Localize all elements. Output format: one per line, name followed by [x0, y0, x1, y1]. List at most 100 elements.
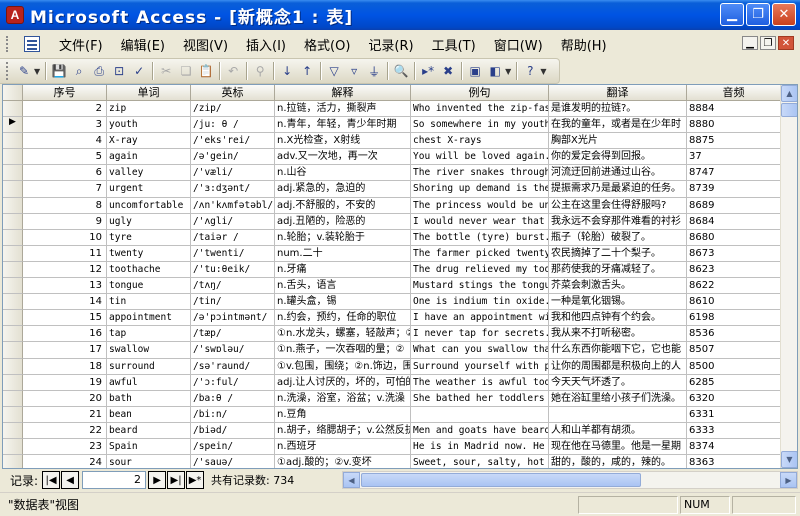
record-selector[interactable] — [3, 149, 23, 166]
table-cell[interactable]: twenty — [107, 245, 191, 262]
table-cell[interactable]: 8623 — [687, 261, 781, 279]
maximize-button[interactable]: ❐ — [746, 3, 770, 26]
table-row[interactable]: 11 twenty/'twenti/num.二十 The farmer picked… — [3, 245, 781, 262]
record-selector[interactable] — [3, 406, 23, 423]
menu-window[interactable]: 窗口(W) — [485, 33, 552, 56]
sort-ascending-icon[interactable]: ↓ — [277, 61, 297, 81]
table-cell[interactable]: 在我的童年，或者是在少年时 — [549, 117, 687, 134]
table-cell[interactable]: tin — [107, 294, 191, 311]
table-cell[interactable]: /'twenti/ — [191, 245, 275, 262]
table-cell[interactable]: ugly — [107, 213, 191, 230]
table-cell[interactable]: 公主在这里会住得舒服吗? — [549, 197, 687, 214]
table-cell[interactable]: 7 — [23, 181, 107, 198]
table-cell[interactable]: 6320 — [687, 390, 781, 407]
horizontal-scrollbar[interactable]: ◀ ▶ — [342, 471, 798, 489]
table-row[interactable]: 15 appointment/ə'pɔintmənt/n.约会，预约，任命的职位 I… — [3, 310, 781, 327]
table-cell[interactable]: 2 — [23, 101, 107, 118]
sort-descending-icon[interactable]: ↑ — [297, 61, 317, 81]
table-cell[interactable]: 芥菜会刺激舌头。 — [549, 278, 687, 295]
table-cell[interactable]: 8880 — [687, 117, 781, 134]
table-cell[interactable]: /ju: θ / — [191, 117, 275, 134]
table-cell[interactable]: tap — [107, 326, 191, 343]
search-icon[interactable]: ⌕ — [69, 61, 89, 81]
table-cell[interactable]: 6285 — [687, 374, 781, 391]
table-cell[interactable]: appointment — [107, 310, 191, 327]
table-cell[interactable]: adv.又一次地，再一次 — [275, 149, 411, 166]
table-cell[interactable]: uncomfortable — [107, 197, 191, 214]
table-cell[interactable]: adj.让人讨厌的，坏的，可怕的 — [275, 374, 411, 391]
table-row[interactable]: 22 beard/biəd/n.胡子，络腮胡子；v.公然反抗 Men and goa… — [3, 422, 781, 439]
table-cell[interactable]: 瓶子（轮胎）破裂了。 — [549, 229, 687, 246]
table-cell[interactable]: /'eks'rei/ — [191, 133, 275, 150]
record-selector[interactable] — [3, 133, 23, 150]
table-cell[interactable]: 23 — [23, 438, 107, 456]
table-row[interactable]: 23 Spain/spein/n.西班牙 He is in Madrid now. … — [3, 438, 781, 456]
menu-insert[interactable]: 插入(I) — [237, 33, 295, 56]
table-cell[interactable]: n.拉链，活力，撕裂声 — [275, 101, 411, 118]
table-cell[interactable]: sour — [107, 455, 191, 468]
table-cell[interactable]: One is indium tin oxide. — [411, 294, 549, 311]
table-cell[interactable]: 8680 — [687, 229, 781, 246]
table-cell[interactable]: The river snakes through — [411, 165, 549, 182]
table-cell[interactable]: /'ɜ:dʒənt/ — [191, 181, 275, 198]
table-cell[interactable]: 10 — [23, 229, 107, 246]
close-button[interactable]: ✕ — [772, 3, 796, 26]
table-cell[interactable]: 8610 — [687, 294, 781, 311]
table-cell[interactable]: n.山谷 — [275, 165, 411, 182]
cut-icon[interactable]: ✂ — [156, 61, 176, 81]
table-cell[interactable]: Men and goats have beards — [411, 422, 549, 439]
table-row[interactable]: 24 sour/'sauə/①adj.酸的；②v.变坏 Sweet, sour, s… — [3, 455, 781, 468]
table-cell[interactable]: /bi:n/ — [191, 406, 275, 423]
save-icon[interactable]: 💾 — [49, 61, 69, 81]
table-cell[interactable]: ①v.包围，围绕；②n.饰边，围 — [275, 358, 411, 375]
new-object-icon[interactable]: ◧ — [485, 61, 505, 81]
column-header[interactable]: 单词 — [107, 85, 191, 101]
record-selector[interactable] — [3, 310, 23, 327]
table-cell[interactable]: /ə'pɔintmənt/ — [191, 310, 275, 327]
table-cell[interactable]: 5 — [23, 149, 107, 166]
column-header[interactable]: 英标 — [191, 85, 275, 101]
table-cell[interactable]: 8536 — [687, 326, 781, 343]
table-cell[interactable]: 8673 — [687, 245, 781, 262]
database-window-icon[interactable]: ▣ — [465, 61, 485, 81]
table-cell[interactable]: /ʌn'kʌmfətəbl/ — [191, 197, 275, 214]
select-all-corner[interactable] — [3, 85, 23, 101]
filter-by-form-icon[interactable]: ▿ — [344, 61, 364, 81]
vertical-scrollbar[interactable]: ▲ ▼ — [780, 85, 797, 468]
table-cell[interactable]: You will be loved again. — [411, 149, 549, 166]
table-cell[interactable]: Surround yourself with po — [411, 358, 549, 375]
table-cell[interactable]: /'tu:θeik/ — [191, 261, 275, 279]
table-cell[interactable]: /taiər / — [191, 229, 275, 246]
spelling-icon[interactable]: ✓ — [129, 61, 149, 81]
doc-close-button[interactable]: ✕ — [778, 36, 794, 50]
table-cell[interactable]: 8500 — [687, 358, 781, 375]
table-cell[interactable]: surround — [107, 358, 191, 375]
next-record-button[interactable]: ▶ — [148, 471, 167, 489]
table-cell[interactable]: She bathed her toddlers i — [411, 390, 549, 407]
table-row[interactable]: 4 X-ray/'eks'rei/n.X光检查，X射线 chest X-rays 胸部… — [3, 133, 781, 150]
record-selector[interactable] — [3, 438, 23, 456]
record-selector[interactable] — [3, 326, 23, 343]
table-cell[interactable]: adj.丑陋的，险恶的 — [275, 213, 411, 230]
table-cell[interactable]: 20 — [23, 390, 107, 407]
table-cell[interactable]: 8884 — [687, 101, 781, 118]
menu-format[interactable]: 格式(O) — [295, 33, 359, 56]
scroll-down-icon[interactable]: ▼ — [781, 451, 797, 468]
table-row[interactable]: 9 ugly/'ʌgli/adj.丑陋的，险恶的 I would never wea… — [3, 213, 781, 230]
table-row[interactable]: 2 zip/zip/n.拉链，活力，撕裂声 Who invented the zip… — [3, 101, 781, 118]
table-cell[interactable]: 是谁发明的拉链?。 — [549, 101, 687, 118]
toolbar-grip[interactable] — [6, 62, 10, 80]
table-cell[interactable]: 13 — [23, 278, 107, 295]
table-cell[interactable]: 12 — [23, 261, 107, 279]
table-cell[interactable]: 37 — [687, 149, 781, 166]
table-cell[interactable]: 她在浴缸里给小孩子们洗澡。 — [549, 390, 687, 407]
new-record-button[interactable]: ▶* — [186, 471, 205, 489]
table-cell[interactable]: The bottle (tyre) burst. — [411, 229, 549, 246]
access-app-icon[interactable]: A — [6, 6, 24, 24]
table-cell[interactable]: toothache — [107, 261, 191, 279]
table-cell[interactable]: 6 — [23, 165, 107, 182]
table-cell[interactable]: Spain — [107, 438, 191, 456]
table-cell[interactable]: 农民摘掉了二十个梨子。 — [549, 245, 687, 262]
table-cell[interactable]: I would never wear that u — [411, 213, 549, 230]
table-cell[interactable]: 让你的周围都是积极向上的人 — [549, 358, 687, 375]
